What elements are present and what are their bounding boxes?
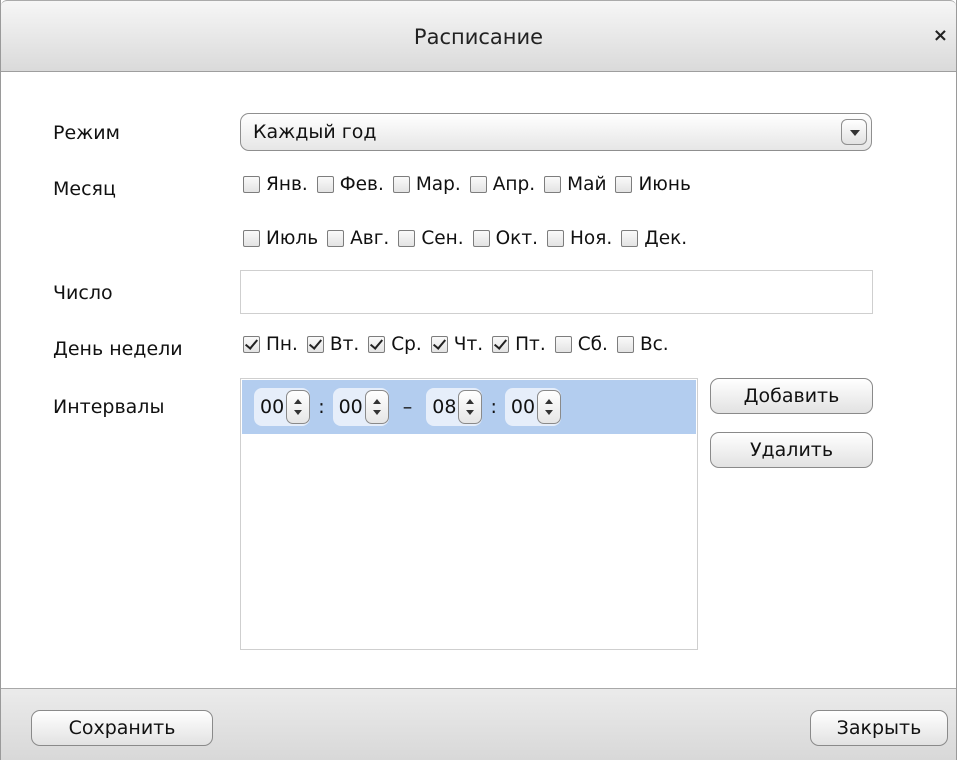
spin-arrows-icon[interactable]: [364, 390, 389, 424]
month-label: Месяц: [53, 178, 116, 200]
month-checkbox-feb[interactable]: Фев.: [316, 174, 384, 195]
time-colon: :: [318, 396, 325, 418]
checkbox-icon[interactable]: [392, 176, 410, 193]
month-checkbox-may[interactable]: Май: [544, 174, 606, 195]
month-checkbox-mar[interactable]: Мар.: [392, 174, 461, 195]
spin-arrows-icon[interactable]: [286, 390, 311, 424]
add-interval-button[interactable]: Добавить: [710, 378, 873, 414]
checkbox-icon[interactable]: [554, 336, 572, 353]
intervals-label: Интервалы: [53, 396, 165, 418]
month-checkbox-dec[interactable]: Дек.: [621, 228, 687, 249]
spin-arrows-icon[interactable]: [537, 390, 562, 424]
month-checkbox-aug[interactable]: Авг.: [327, 228, 389, 249]
month-checkbox-jan[interactable]: Янв.: [243, 174, 308, 195]
checkbox-checked-icon[interactable]: [306, 336, 324, 353]
spin-arrows-icon[interactable]: [458, 390, 483, 424]
delete-interval-button[interactable]: Удалить: [710, 432, 873, 468]
dialog-title: Расписание: [413, 25, 544, 49]
day-number-label: Число: [53, 282, 113, 304]
intervals-list[interactable]: 00 : 00 – 08 : 00: [240, 378, 698, 650]
month-checkbox-oct[interactable]: Окт.: [472, 228, 538, 249]
month-checkbox-apr[interactable]: Апр.: [469, 174, 535, 195]
end-hour-stepper[interactable]: 08: [426, 388, 483, 426]
weekday-checkbox-sat[interactable]: Сб.: [554, 334, 608, 355]
month-row-2: Июль Авг. Сен. Окт. Ноя. Дек.: [243, 228, 696, 249]
start-hour-stepper[interactable]: 00: [254, 388, 311, 426]
time-range-dash: –: [402, 396, 413, 418]
month-checkbox-nov[interactable]: Ноя.: [547, 228, 612, 249]
month-checkbox-jun[interactable]: Июнь: [615, 174, 691, 195]
weekday-label: День недели: [53, 338, 183, 360]
interval-row[interactable]: 00 : 00 – 08 : 00: [242, 380, 696, 434]
checkbox-icon[interactable]: [616, 336, 634, 353]
month-row-1: Янв. Фев. Мар. Апр. Май Июнь: [243, 174, 700, 195]
save-button[interactable]: Сохранить: [31, 710, 213, 746]
checkbox-icon[interactable]: [316, 176, 334, 193]
weekday-checkbox-tue[interactable]: Вт.: [306, 334, 359, 355]
dialog-footer: Сохранить Закрыть: [1, 688, 956, 760]
checkbox-icon[interactable]: [547, 230, 564, 247]
time-colon: :: [490, 396, 497, 418]
checkbox-icon[interactable]: [327, 230, 345, 247]
schedule-dialog: Расписание × Режим Каждый год Месяц Янв.…: [0, 0, 957, 760]
weekday-row: Пн. Вт. Ср. Чт. Пт. Сб. Вс.: [243, 334, 678, 355]
checkbox-icon[interactable]: [621, 230, 639, 247]
close-button[interactable]: Закрыть: [810, 710, 948, 746]
mode-select[interactable]: Каждый год: [240, 113, 872, 151]
day-number-field[interactable]: [240, 270, 873, 314]
checkbox-checked-icon[interactable]: [368, 336, 386, 353]
weekday-checkbox-wed[interactable]: Ср.: [368, 334, 422, 355]
end-minute-stepper[interactable]: 00: [504, 388, 562, 426]
mode-label: Режим: [53, 122, 120, 144]
dialog-titlebar: Расписание ×: [1, 0, 956, 72]
checkbox-icon[interactable]: [243, 230, 260, 247]
checkbox-checked-icon[interactable]: [430, 336, 448, 353]
close-icon[interactable]: ×: [933, 27, 948, 45]
checkbox-icon[interactable]: [615, 176, 633, 193]
weekday-checkbox-mon[interactable]: Пн.: [243, 334, 298, 355]
weekday-checkbox-fri[interactable]: Пт.: [492, 334, 546, 355]
checkbox-checked-icon[interactable]: [492, 336, 510, 353]
weekday-checkbox-thu[interactable]: Чт.: [430, 334, 483, 355]
checkbox-icon[interactable]: [398, 230, 416, 247]
checkbox-checked-icon[interactable]: [243, 336, 260, 353]
checkbox-icon[interactable]: [469, 176, 487, 193]
checkbox-icon[interactable]: [544, 176, 562, 193]
month-checkbox-sep[interactable]: Сен.: [398, 228, 464, 249]
chevron-down-icon[interactable]: [841, 119, 867, 145]
month-checkbox-jul[interactable]: Июль: [243, 228, 318, 249]
weekday-checkbox-sun[interactable]: Вс.: [616, 334, 669, 355]
checkbox-icon[interactable]: [472, 230, 490, 247]
mode-select-value: Каждый год: [253, 121, 377, 143]
checkbox-icon[interactable]: [243, 176, 260, 193]
start-minute-stepper[interactable]: 00: [332, 388, 389, 426]
